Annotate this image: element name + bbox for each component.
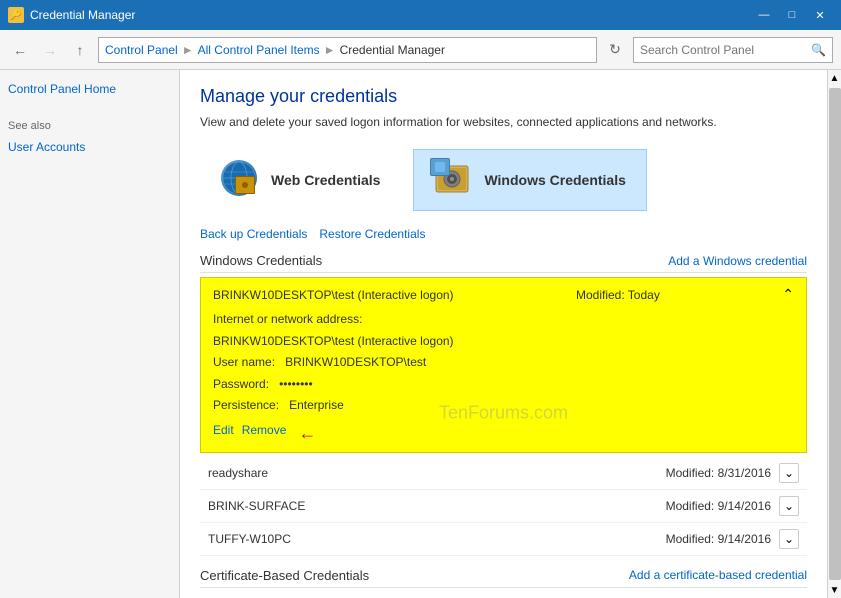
expanded-item-actions: Edit Remove ← (213, 423, 794, 444)
expanded-credential-item: BRINKW10DESKTOP\test (Interactive logon)… (200, 277, 807, 453)
backup-credentials-link[interactable]: Back up Credentials (200, 227, 307, 241)
refresh-button[interactable]: ↻ (603, 38, 627, 62)
certificate-section-title: Certificate-Based Credentials (200, 568, 369, 583)
certificate-section: Certificate-Based Credentials Add a cert… (200, 568, 807, 598)
title-bar: 🔑 Credential Manager — □ ✕ (0, 0, 841, 30)
web-credentials-label: Web Credentials (271, 172, 380, 188)
breadcrumb: Control Panel ► All Control Panel Items … (98, 37, 597, 63)
list-item-modified: Modified: 9/14/2016 (666, 532, 771, 546)
username-value: BRINKW10DESKTOP\test (285, 355, 426, 369)
scrollbar[interactable]: ▲ ▼ (827, 70, 841, 598)
windows-credentials-tab[interactable]: Windows Credentials (413, 149, 646, 211)
list-item-name: readyshare (208, 466, 268, 480)
list-item-name: BRINK-SURFACE (208, 499, 305, 513)
password-label: Password: (213, 377, 269, 391)
list-item-name: TUFFY-W10PC (208, 532, 291, 546)
main-layout: Control Panel Home See also User Account… (0, 70, 841, 598)
close-button[interactable]: ✕ (807, 5, 833, 25)
collapse-chevron[interactable]: ⌃ (782, 286, 794, 303)
search-icon: 🔍 (811, 43, 826, 57)
list-item[interactable]: TUFFY-W10PC Modified: 9/14/2016 ⌄ (200, 523, 807, 556)
action-links: Back up Credentials Restore Credentials (200, 227, 807, 241)
search-box: 🔍 (633, 37, 833, 63)
windows-credentials-icon (434, 160, 474, 200)
no-certificates-text: No certificates. (200, 592, 807, 598)
scroll-down-button[interactable]: ▼ (828, 582, 841, 598)
list-item[interactable]: BRINK-SURFACE Modified: 9/14/2016 ⌄ (200, 490, 807, 523)
search-input[interactable] (640, 43, 807, 57)
list-item-modified: Modified: 8/31/2016 (666, 466, 771, 480)
remove-credential-link[interactable]: Remove (242, 423, 287, 444)
add-windows-credential-link[interactable]: Add a Windows credential (668, 254, 807, 268)
expanded-item-name: BRINKW10DESKTOP\test (Interactive logon) (213, 288, 454, 302)
list-item[interactable]: readyshare Modified: 8/31/2016 ⌄ (200, 457, 807, 490)
sidebar: Control Panel Home See also User Account… (0, 70, 180, 598)
internet-value: BRINKW10DESKTOP\test (Interactive logon) (213, 334, 454, 348)
expanded-item-details: Internet or network address: BRINKW10DES… (213, 309, 794, 417)
username-label: User name: (213, 355, 275, 369)
up-button[interactable]: ↑ (68, 38, 92, 62)
page-title: Manage your credentials (200, 86, 807, 107)
expanded-item-modified: Modified: Today (576, 288, 660, 302)
expand-brink-surface-button[interactable]: ⌄ (779, 496, 799, 516)
certificate-section-header: Certificate-Based Credentials Add a cert… (200, 568, 807, 588)
sidebar-see-also-label: See also (8, 120, 171, 132)
list-item-modified: Modified: 9/14/2016 (666, 499, 771, 513)
maximize-button[interactable]: □ (779, 5, 805, 25)
address-bar: ← → ↑ Control Panel ► All Control Panel … (0, 30, 841, 70)
forward-button[interactable]: → (38, 38, 62, 62)
content-area: Manage your credentials View and delete … (180, 70, 827, 598)
windows-credentials-label: Windows Credentials (484, 172, 625, 188)
edit-credential-link[interactable]: Edit (213, 423, 234, 444)
minimize-button[interactable]: — (751, 5, 777, 25)
add-certificate-link[interactable]: Add a certificate-based credential (629, 568, 807, 582)
persistence-label: Persistence: (213, 398, 279, 412)
windows-credentials-section-header: Windows Credentials Add a Windows creden… (200, 253, 807, 273)
sidebar-user-accounts[interactable]: User Accounts (8, 140, 171, 154)
breadcrumb-control-panel[interactable]: Control Panel (105, 43, 178, 57)
back-button[interactable]: ← (8, 38, 32, 62)
web-credentials-tab[interactable]: Web Credentials (200, 149, 401, 211)
window-title: Credential Manager (30, 8, 135, 22)
red-arrow-indicator: ← (298, 423, 316, 444)
expand-tuffy-button[interactable]: ⌄ (779, 529, 799, 549)
web-credentials-icon (221, 160, 261, 200)
restore-credentials-link[interactable]: Restore Credentials (319, 227, 425, 241)
sidebar-control-panel-home[interactable]: Control Panel Home (8, 82, 171, 96)
expand-readyshare-button[interactable]: ⌄ (779, 463, 799, 483)
persistence-value: Enterprise (289, 398, 344, 412)
internet-label: Internet or network address: (213, 312, 362, 326)
scroll-thumb[interactable] (829, 88, 841, 580)
breadcrumb-current: Credential Manager (340, 43, 445, 57)
page-description: View and delete your saved logon informa… (200, 115, 807, 129)
credential-type-tabs: Web Credentials (200, 149, 807, 211)
app-icon: 🔑 (8, 7, 24, 23)
breadcrumb-all-items[interactable]: All Control Panel Items (198, 43, 320, 57)
windows-credentials-section-title: Windows Credentials (200, 253, 322, 268)
globe-icon (221, 160, 257, 196)
credential-list: readyshare Modified: 8/31/2016 ⌄ BRINK-S… (200, 457, 807, 556)
password-value: •••••••• (279, 377, 313, 391)
scroll-up-button[interactable]: ▲ (828, 70, 841, 86)
